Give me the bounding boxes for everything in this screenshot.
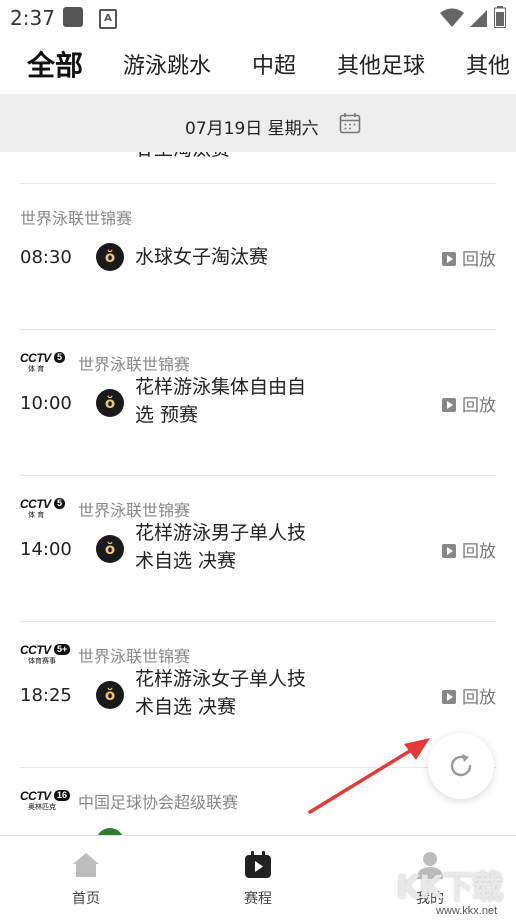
calendar-icon[interactable] (339, 112, 361, 134)
replay-button[interactable]: 回放 (442, 391, 496, 416)
medal-icon: ŏ (96, 681, 124, 709)
watermark-url: www.kkx.net (436, 905, 498, 917)
battery-icon (494, 6, 506, 28)
wifi-icon (440, 8, 464, 27)
play-icon (442, 690, 456, 704)
app-notification-icon (63, 7, 83, 27)
cctv-logo: CCTV 16 奥林匹克 (20, 789, 71, 811)
date-label: 07月19日 星期六 (185, 119, 319, 139)
medal-icon: ŏ (96, 243, 124, 271)
schedule-item[interactable]: 世界泳联世锦赛 08:30 ŏ 水球女子淘汰赛 回放 (0, 183, 516, 329)
a-notification-icon: A (99, 9, 117, 29)
cctv-logo: CCTV 5 体 育 (20, 497, 70, 519)
cctv-logo: CCTV 5 体 育 (20, 351, 70, 373)
home-icon (73, 853, 99, 877)
cctv-logo: CCTV 5+ 体育赛事 (20, 643, 71, 665)
nav-schedule[interactable]: 赛程 (208, 836, 308, 920)
schedule-list[interactable]: 甘王淘汰赛 世界泳联世锦赛 08:30 ŏ 水球女子淘汰赛 回放 CCTV5体 … (0, 152, 516, 835)
competition-name: 中国足球协会超级联赛 (78, 793, 239, 812)
nav-schedule-label: 赛程 (244, 891, 272, 907)
medal-icon: ŏ (96, 535, 124, 563)
watermark-text: KK下载 (396, 868, 504, 906)
replay-button[interactable]: 回放 (442, 537, 496, 562)
replay-button[interactable]: 回放 (442, 245, 496, 270)
event-title: 花样游泳集体自由自选 预赛 (135, 376, 307, 426)
watermark: KK下载 www.kkx.net (396, 862, 514, 918)
schedule-item[interactable]: CCTV 5 体 育 世界泳联世锦赛 14:00 ŏ 花样游泳男子单人技 术自选 决赛… (0, 475, 516, 621)
refresh-icon (450, 754, 472, 777)
date-bar[interactable]: 07月19日 星期六 (0, 94, 516, 152)
tab-all[interactable]: 全部 (27, 44, 83, 84)
play-icon (442, 252, 456, 266)
play-icon (442, 398, 456, 412)
event-time: 14:00 (20, 539, 72, 560)
arrow-annotation-icon (308, 738, 430, 814)
event-time: 18:25 (20, 685, 72, 706)
schedule-item[interactable]: CCTV 5 体 育 世界泳联世锦赛 10:00 ŏ 花样游泳集体自由自选 预赛 回… (0, 329, 516, 475)
tab-csl[interactable]: 中超 (252, 48, 296, 80)
schedule-icon (245, 851, 271, 878)
tab-swimming-diving[interactable]: 游泳跳水 (123, 48, 211, 80)
refresh-button[interactable] (428, 733, 494, 799)
event-title: 花样游泳女子单人技 术自选 决赛 (135, 668, 307, 718)
competition-name: 世界泳联世锦赛 (20, 209, 133, 228)
event-title: 水球女子淘汰赛 (135, 246, 269, 268)
signal-icon (470, 10, 487, 27)
competition-name: 世界泳联世锦赛 (78, 355, 191, 374)
status-bar: 2:37 A (0, 0, 516, 36)
nav-home-label: 首页 (72, 891, 100, 907)
competition-name: 世界泳联世锦赛 (78, 647, 191, 666)
nav-home[interactable]: 首页 (36, 836, 136, 920)
event-time: 10:00 (20, 393, 72, 414)
competition-name: 世界泳联世锦赛 (78, 501, 191, 520)
event-title: 花样游泳男子单人技 术自选 决赛 (135, 522, 307, 572)
event-time: 08:30 (20, 247, 72, 268)
event-title-partial: 甘王淘汰赛 (135, 152, 230, 161)
replay-button[interactable]: 回放 (442, 683, 496, 708)
play-icon (442, 544, 456, 558)
tab-other-football[interactable]: 其他足球 (337, 48, 425, 80)
status-time: 2:37 (10, 6, 55, 30)
tab-other[interactable]: 其他 (466, 48, 510, 80)
category-tabs: 全部 游泳跳水 中超 其他足球 其他 (0, 36, 516, 94)
medal-icon: ŏ (96, 389, 124, 417)
